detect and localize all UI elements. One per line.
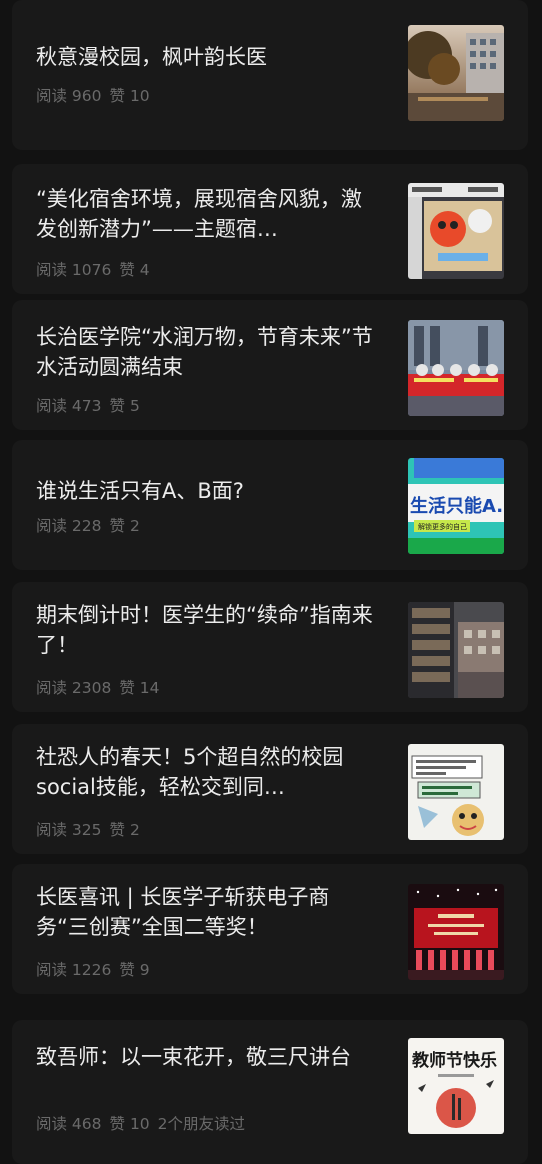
article-meta: 阅读 228 赞 2 (36, 516, 148, 536)
article-title: 长医喜讯 | 长医学子斩获电子商务“三创赛”全国二等奖！ (36, 885, 330, 939)
campus-autumn-photo (408, 25, 504, 121)
thumb-subtext: 解锁更多的自己 (418, 522, 467, 531)
article-card[interactable]: 长医喜讯 | 长医学子斩获电子商务“三创赛”全国二等奖！ 阅读 1226 赞 9 (12, 864, 528, 994)
like-count: 赞 5 (109, 397, 140, 415)
article-card[interactable]: 谁说生活只有A、B面? 阅读 228 赞 2 生活只能A. 解锁更多的自己 (12, 440, 528, 570)
article-title: 期末倒计时！医学生的“续命”指南来了！ (36, 603, 373, 657)
friends-read: 2个朋友读过 (157, 1115, 246, 1133)
article-card[interactable]: 长治医学院“水润万物，节育未来”节水活动圆满结束 阅读 473 赞 5 (12, 300, 528, 430)
like-count: 赞 4 (119, 261, 150, 279)
like-count: 赞 2 (109, 821, 140, 839)
read-count: 阅读 473 (36, 397, 102, 415)
article-title: “美化宿舍环境，展现宿舍风貌，激发创新潜力”——主题宿… (36, 187, 362, 241)
read-count: 阅读 960 (36, 87, 102, 105)
article-title: 社恐人的春天！5个超自然的校园social技能，轻松交到同… (36, 745, 344, 799)
article-title: 秋意漫校园，枫叶韵长医 (36, 45, 267, 69)
article-card[interactable]: 社恐人的春天！5个超自然的校园social技能，轻松交到同… 阅读 325 赞 2 (12, 724, 528, 854)
like-count: 赞 9 (119, 961, 150, 979)
read-count: 阅读 1226 (36, 961, 112, 979)
article-title: 谁说生活只有A、B面? (36, 479, 244, 503)
article-card[interactable]: 致吾师：以一束花开，敬三尺讲台 阅读 468 赞 10 2个朋友读过 教师节快乐 (12, 1020, 528, 1164)
article-card[interactable]: “美化宿舍环境，展现宿舍风貌，激发创新潜力”——主题宿… 阅读 1076 赞 4 (12, 164, 528, 294)
like-count: 赞 14 (119, 679, 160, 697)
read-count: 阅读 2308 (36, 679, 112, 697)
article-card[interactable]: 期末倒计时！医学生的“续命”指南来了！ 阅读 2308 赞 14 (12, 582, 528, 712)
article-title: 长治医学院“水润万物，节育未来”节水活动圆满结束 (36, 325, 373, 379)
read-count: 阅读 468 (36, 1115, 102, 1133)
article-list: 秋意漫校园，枫叶韵长医 阅读 960 赞 10 “美化宿舍环境，展现宿舍风貌，激发… (0, 0, 542, 1164)
thumb-text: 教师节快乐 (411, 1050, 497, 1071)
life-cover-image: 生活只能A. 解锁更多的自己 (408, 458, 504, 554)
read-count: 阅读 325 (36, 821, 102, 839)
comic-image (408, 744, 504, 840)
thumb-text: 生活只能A. (410, 495, 503, 517)
article-meta: 阅读 1226 赞 9 (36, 960, 158, 980)
water-event-photo (408, 320, 504, 416)
like-count: 赞 10 (109, 1115, 150, 1133)
like-count: 赞 2 (109, 517, 140, 535)
article-title: 致吾师：以一束花开，敬三尺讲台 (36, 1045, 351, 1069)
article-meta: 阅读 325 赞 2 (36, 820, 148, 840)
like-count: 赞 10 (109, 87, 150, 105)
teachers-day-image: 教师节快乐 (408, 1038, 504, 1134)
article-meta: 阅读 960 赞 10 (36, 86, 158, 106)
dorm-poster-image (408, 183, 504, 279)
library-photo (408, 602, 504, 698)
article-card[interactable]: 秋意漫校园，枫叶韵长医 阅读 960 赞 10 (12, 0, 528, 150)
read-count: 阅读 1076 (36, 261, 112, 279)
article-meta: 阅读 468 赞 10 2个朋友读过 (36, 1114, 253, 1134)
article-meta: 阅读 1076 赞 4 (36, 260, 158, 280)
article-meta: 阅读 2308 赞 14 (36, 678, 168, 698)
read-count: 阅读 228 (36, 517, 102, 535)
article-meta: 阅读 473 赞 5 (36, 396, 148, 416)
award-stage-photo (408, 884, 504, 980)
